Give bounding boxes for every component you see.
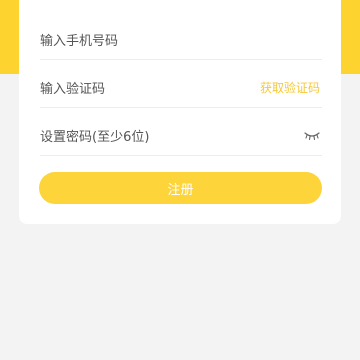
divider xyxy=(40,107,322,108)
register-button[interactable]: 注册 xyxy=(39,172,322,204)
register-button-label: 注册 xyxy=(167,182,194,198)
get-code-button[interactable]: 获取验证码 xyxy=(260,79,320,96)
phone-field[interactable]: 输入手机号码 xyxy=(40,24,320,54)
divider xyxy=(40,155,322,156)
password-placeholder: 设置密码(至少6位) xyxy=(40,129,150,145)
eye-closed-icon[interactable] xyxy=(304,126,320,145)
register-page: 输入手机号码 输入验证码 获取验证码 设置密码(至少6位) 注册 xyxy=(0,0,360,360)
register-form-card: 输入手机号码 输入验证码 获取验证码 设置密码(至少6位) 注册 xyxy=(19,0,341,224)
divider xyxy=(40,59,322,60)
code-placeholder: 输入验证码 xyxy=(40,81,106,97)
code-field[interactable]: 输入验证码 获取验证码 xyxy=(40,72,320,102)
password-field[interactable]: 设置密码(至少6位) xyxy=(40,120,320,150)
phone-placeholder: 输入手机号码 xyxy=(40,33,119,49)
